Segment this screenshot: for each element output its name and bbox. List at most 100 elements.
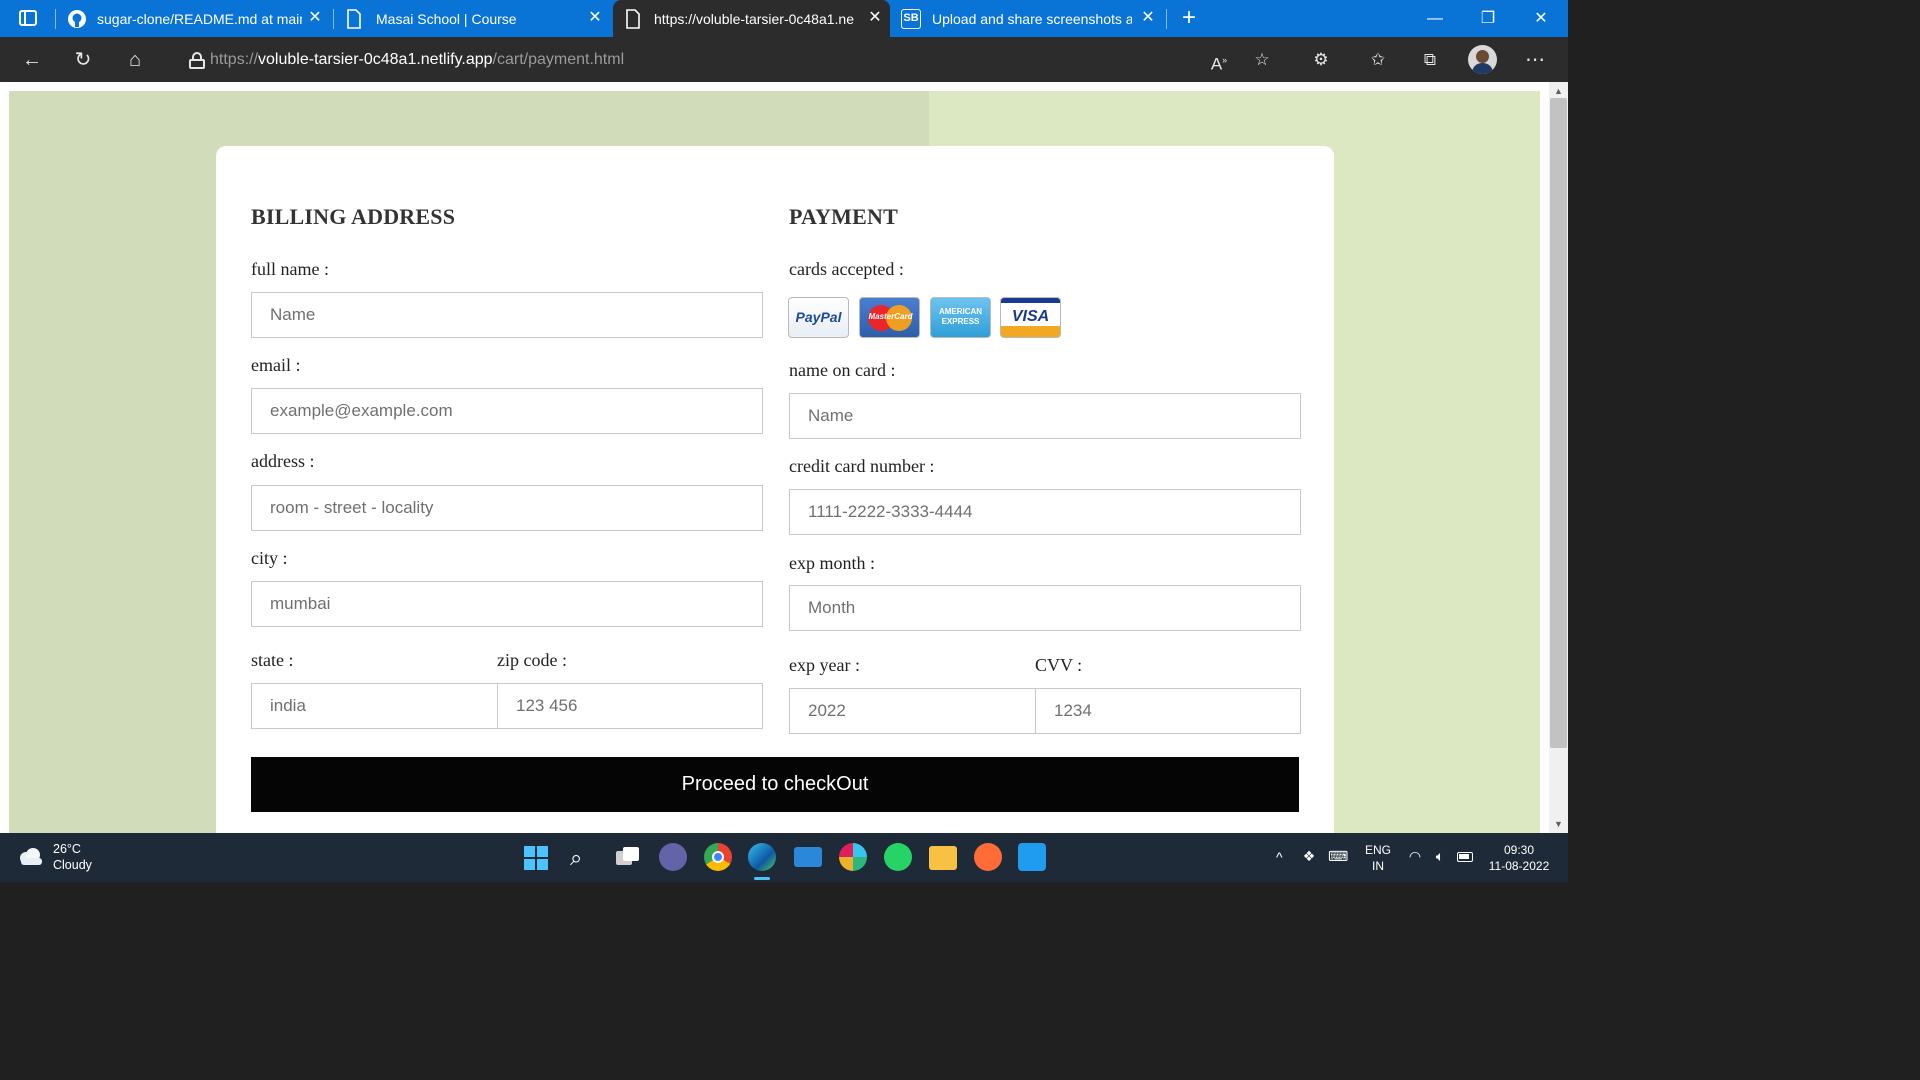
city-input[interactable] bbox=[251, 581, 763, 627]
scrollbar-thumb[interactable] bbox=[1550, 98, 1567, 748]
clock[interactable]: 09:30 11-08-2022 bbox=[1486, 842, 1552, 874]
url-field[interactable]: https://voluble-tarsier-0c48a1.netlify.a… bbox=[210, 47, 624, 73]
page-icon bbox=[626, 8, 640, 29]
zip-label: zip code : bbox=[497, 650, 567, 670]
close-window-icon[interactable]: ✕ bbox=[1518, 0, 1564, 37]
file-explorer-icon[interactable] bbox=[929, 846, 957, 870]
city-label: city : bbox=[251, 548, 288, 568]
email-label: email : bbox=[251, 355, 301, 375]
keyboard-icon[interactable]: ⌨ bbox=[1328, 848, 1348, 864]
wifi-icon[interactable]: ◠ bbox=[1406, 848, 1424, 864]
favorites-icon[interactable]: ✩ bbox=[1365, 47, 1391, 73]
language-text: ENG bbox=[1364, 843, 1391, 857]
full-name-input[interactable] bbox=[251, 292, 763, 338]
refresh-icon[interactable]: ↻ bbox=[69, 46, 97, 74]
page-icon bbox=[347, 8, 361, 29]
collections-icon[interactable]: ⧉ bbox=[1417, 47, 1443, 73]
start-icon[interactable] bbox=[524, 846, 548, 870]
zip-input[interactable] bbox=[497, 683, 763, 729]
tab-actions-icon[interactable] bbox=[19, 10, 37, 26]
tab-separator bbox=[55, 9, 56, 29]
back-icon[interactable]: ← bbox=[18, 46, 46, 74]
cvv-input[interactable] bbox=[1035, 688, 1301, 734]
search-icon[interactable]: ⌕ bbox=[570, 845, 596, 871]
task-view-icon[interactable] bbox=[616, 847, 640, 867]
dropbox-icon[interactable]: ❖ bbox=[1300, 848, 1318, 864]
cloud-icon bbox=[20, 848, 42, 865]
email-input[interactable] bbox=[251, 388, 763, 434]
scroll-up-icon[interactable]: ▲ bbox=[1549, 84, 1568, 98]
tab-masai[interactable]: Masai School | Course ✕ bbox=[337, 0, 610, 37]
time-text: 09:30 bbox=[1503, 843, 1535, 857]
proceed-checkout-button[interactable]: Proceed to checkOut bbox=[251, 757, 1299, 812]
temperature-text: 26°C bbox=[53, 842, 81, 856]
card-number-label: credit card number : bbox=[789, 456, 935, 476]
cvv-label: CVV : bbox=[1035, 655, 1083, 675]
lock-icon[interactable] bbox=[189, 52, 205, 69]
volume-icon[interactable]: 🔈︎ bbox=[1430, 848, 1450, 864]
name-on-card-label: name on card : bbox=[789, 360, 896, 380]
teams-chat-icon[interactable] bbox=[659, 843, 687, 871]
paypal-card-icon: PayPal bbox=[788, 297, 849, 338]
address-label: address : bbox=[251, 451, 315, 471]
state-input[interactable] bbox=[251, 683, 498, 729]
tab-screenshots[interactable]: SB Upload and share screenshots and ✕ bbox=[893, 0, 1163, 37]
github-icon bbox=[68, 9, 86, 28]
add-favorite-icon[interactable]: ☆ bbox=[1249, 47, 1275, 73]
extensions-icon[interactable]: ⚙ bbox=[1308, 47, 1334, 73]
billing-heading: BILLING ADDRESS bbox=[251, 204, 456, 229]
state-label: state : bbox=[251, 650, 294, 670]
region-text: IN bbox=[1372, 859, 1384, 873]
minimize-icon[interactable]: — bbox=[1412, 0, 1458, 37]
scroll-down-icon[interactable]: ▼ bbox=[1549, 817, 1568, 831]
tab-payment-active[interactable]: https://voluble-tarsier-0c48a1.netlify.a… bbox=[613, 0, 890, 37]
home-icon[interactable]: ⌂ bbox=[121, 46, 149, 74]
close-tab-icon[interactable]: ✕ bbox=[1139, 9, 1157, 27]
language-indicator[interactable]: ENG IN bbox=[1360, 842, 1396, 874]
new-tab-button[interactable]: + bbox=[1176, 5, 1202, 31]
postman-icon[interactable] bbox=[974, 843, 1002, 871]
amex-card-icon: AMERICAN EXPRESS bbox=[930, 297, 991, 338]
chrome-icon[interactable] bbox=[704, 843, 732, 871]
whatsapp-icon[interactable] bbox=[884, 843, 912, 871]
exp-month-input[interactable] bbox=[789, 585, 1301, 631]
cards-accepted-label: cards accepted : bbox=[789, 259, 904, 279]
tab-title: Masai School | Course bbox=[376, 10, 517, 27]
close-tab-icon[interactable]: ✕ bbox=[866, 9, 884, 27]
visa-card-icon: VISA bbox=[1000, 297, 1061, 338]
page-viewport: BILLING ADDRESS full name : email : addr… bbox=[0, 82, 1568, 833]
tab-title: sugar-clone/README.md at main bbox=[97, 10, 302, 27]
vscode-icon[interactable] bbox=[1018, 843, 1046, 871]
read-aloud-icon[interactable]: A» bbox=[1206, 47, 1232, 74]
exp-month-label: exp month : bbox=[789, 553, 875, 573]
payment-heading: PAYMENT bbox=[789, 204, 898, 229]
slack-icon[interactable] bbox=[839, 843, 867, 871]
more-menu-icon[interactable]: ⋯ bbox=[1522, 47, 1548, 73]
edge-icon[interactable] bbox=[748, 843, 776, 871]
mail-icon[interactable] bbox=[794, 847, 822, 867]
active-app-indicator bbox=[754, 877, 770, 880]
date-text: 11-08-2022 bbox=[1488, 859, 1550, 873]
battery-icon[interactable] bbox=[1457, 852, 1473, 862]
weather-condition-text: Cloudy bbox=[53, 858, 92, 872]
exp-year-input[interactable] bbox=[789, 688, 1036, 734]
full-name-label: full name : bbox=[251, 259, 329, 279]
address-input[interactable] bbox=[251, 485, 763, 531]
show-hidden-icons[interactable]: ^ bbox=[1276, 849, 1283, 865]
close-tab-icon[interactable]: ✕ bbox=[586, 9, 604, 27]
tab-title: Upload and share screenshots and bbox=[932, 10, 1132, 27]
exp-year-label: exp year : bbox=[789, 655, 860, 675]
tab-separator bbox=[333, 9, 334, 29]
address-bar: ← ↻ ⌂ https://voluble-tarsier-0c48a1.net… bbox=[0, 37, 1568, 82]
tab-title: https://voluble-tarsier-0c48a1.netlify.a… bbox=[654, 10, 854, 27]
tab-github[interactable]: sugar-clone/README.md at main ✕ bbox=[60, 0, 330, 37]
tab-bar: sugar-clone/README.md at main ✕ Masai Sc… bbox=[0, 0, 1568, 37]
card-number-input[interactable] bbox=[789, 489, 1301, 535]
profile-avatar[interactable] bbox=[1468, 45, 1497, 74]
page-scrollbar[interactable]: ▲ ▼ bbox=[1549, 82, 1568, 833]
restore-icon[interactable]: ❐ bbox=[1465, 0, 1511, 37]
mastercard-card-icon: MasterCard bbox=[859, 297, 920, 338]
name-on-card-input[interactable] bbox=[789, 393, 1301, 439]
sb-icon: SB bbox=[901, 8, 921, 29]
close-tab-icon[interactable]: ✕ bbox=[306, 9, 324, 27]
